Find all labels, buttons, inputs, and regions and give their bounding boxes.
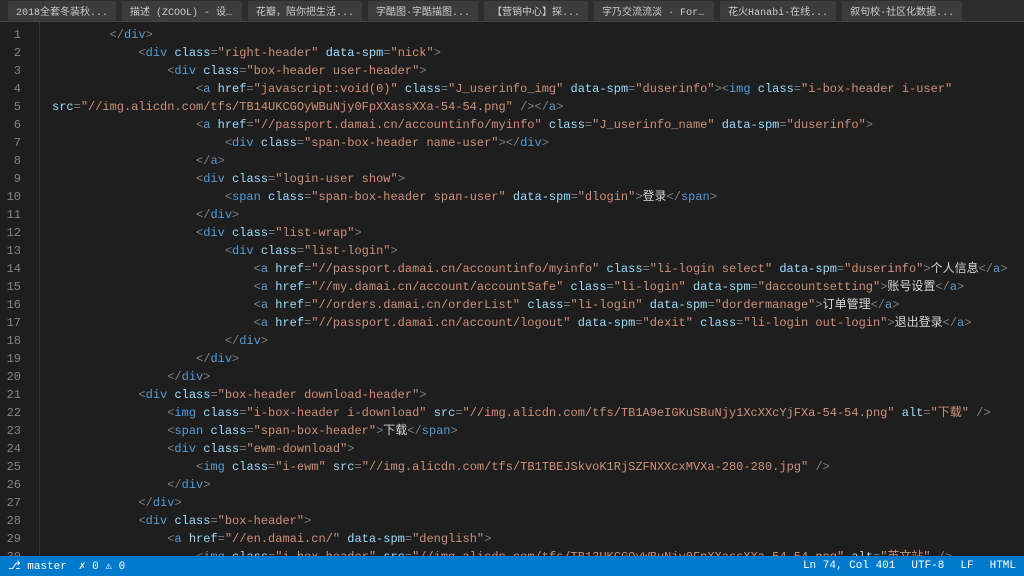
line-number: 19 (0, 350, 31, 368)
tab-8[interactable]: 叙句校·社区化数据... (842, 1, 962, 21)
tab-5[interactable]: 【营销中心】探... (484, 1, 588, 21)
line-number: 11 (0, 206, 31, 224)
language-mode: HTML (990, 560, 1016, 572)
tab-2[interactable]: 描述 (ZCOOL) - 设... (122, 1, 242, 21)
error-count: ✗ 0 ⚠ 0 (79, 559, 125, 573)
line-number: 27 (0, 494, 31, 512)
line-number: 26 (0, 476, 31, 494)
code-line: <a href="//passport.damai.cn/account/log… (52, 314, 1024, 332)
code-line: <div class="box-header user-header"> (52, 62, 1024, 80)
line-number: 24 (0, 440, 31, 458)
code-line: <a href="javascript:void(0)" class="J_us… (52, 80, 1024, 98)
code-line: <div class="login-user show"> (52, 170, 1024, 188)
code-line: </div> (52, 26, 1024, 44)
code-line: src="//img.alicdn.com/tfs/TB14UKCGOyWBuN… (52, 98, 1024, 116)
line-number: 6 (0, 116, 31, 134)
code-line: <img class="i-ewm" src="//img.alicdn.com… (52, 458, 1024, 476)
line-number: 12 (0, 224, 31, 242)
line-number: 2 (0, 44, 31, 62)
code-content[interactable]: </div> <div class="right-header" data-sp… (40, 22, 1024, 556)
tab-1[interactable]: 2018全套冬装秋... (8, 1, 116, 21)
code-line: <img class="i-box-header i-download" src… (52, 404, 1024, 422)
line-number: 17 (0, 314, 31, 332)
line-number: 22 (0, 404, 31, 422)
code-line: <div class="span-box-header name-user"><… (52, 134, 1024, 152)
code-line: </div> (52, 494, 1024, 512)
tab-6[interactable]: 字乃交流流淡 · For... (594, 1, 714, 21)
line-number: 16 (0, 296, 31, 314)
code-line: <span class="span-box-header">下载</span> (52, 422, 1024, 440)
code-area[interactable]: 1234567891011121314151617181920212223242… (0, 22, 1024, 556)
code-line: <div class="box-header"> (52, 512, 1024, 530)
line-number: 3 (0, 62, 31, 80)
line-number: 18 (0, 332, 31, 350)
line-number: 28 (0, 512, 31, 530)
code-line: </div> (52, 332, 1024, 350)
line-number: 29 (0, 530, 31, 548)
code-line: <a href="//my.damai.cn/account/accountSa… (52, 278, 1024, 296)
line-number: 21 (0, 386, 31, 404)
line-number: 15 (0, 278, 31, 296)
line-number: 7 (0, 134, 31, 152)
code-line: <span class="span-box-header span-user" … (52, 188, 1024, 206)
code-line: </div> (52, 206, 1024, 224)
line-number: 9 (0, 170, 31, 188)
code-line: <a href="//passport.damai.cn/accountinfo… (52, 116, 1024, 134)
code-line: <div class="list-wrap"> (52, 224, 1024, 242)
code-line: <div class="ewm-download"> (52, 440, 1024, 458)
line-number: 13 (0, 242, 31, 260)
tab-3[interactable]: 花瓣，陪你把生活... (248, 1, 362, 21)
code-line: <a href="//orders.damai.cn/orderList" cl… (52, 296, 1024, 314)
code-line: </div> (52, 350, 1024, 368)
line-number: 4 (0, 80, 31, 98)
git-branch: ⎇ master (8, 559, 67, 573)
cursor-position: Ln 74, Col 401 (803, 560, 895, 572)
line-number: 20 (0, 368, 31, 386)
code-line: <div class="box-header download-header"> (52, 386, 1024, 404)
line-number: 30 (0, 548, 31, 556)
code-line: </div> (52, 476, 1024, 494)
browser-tab-bar[interactable]: 2018全套冬装秋... 描述 (ZCOOL) - 设... 花瓣，陪你把生活.… (0, 0, 1024, 22)
line-number: 23 (0, 422, 31, 440)
editor: 1234567891011121314151617181920212223242… (0, 22, 1024, 576)
code-line: <div class="right-header" data-spm="nick… (52, 44, 1024, 62)
file-encoding: UTF-8 (911, 560, 944, 572)
line-number: 5 (0, 98, 31, 116)
line-numbers: 1234567891011121314151617181920212223242… (0, 22, 40, 556)
tab-4[interactable]: 字酷图·字酷描图... (368, 1, 478, 21)
status-left: ⎇ master ✗ 0 ⚠ 0 (8, 559, 125, 573)
tab-7[interactable]: 花火Hanabi·在线... (720, 1, 836, 21)
code-line: <a href="//en.damai.cn/" data-spm="dengl… (52, 530, 1024, 548)
line-number: 1 (0, 26, 31, 44)
code-line: <a href="//passport.damai.cn/accountinfo… (52, 260, 1024, 278)
line-number: 14 (0, 260, 31, 278)
line-number: 8 (0, 152, 31, 170)
code-line: <img class="i-box-header" src="//img.ali… (52, 548, 1024, 556)
line-number: 10 (0, 188, 31, 206)
status-right: Ln 74, Col 401 UTF-8 LF HTML (803, 560, 1016, 572)
code-line: </a> (52, 152, 1024, 170)
line-number: 25 (0, 458, 31, 476)
code-line: </div> (52, 368, 1024, 386)
line-ending: LF (960, 560, 973, 572)
status-bar: ⎇ master ✗ 0 ⚠ 0 Ln 74, Col 401 UTF-8 LF… (0, 556, 1024, 576)
code-line: <div class="list-login"> (52, 242, 1024, 260)
